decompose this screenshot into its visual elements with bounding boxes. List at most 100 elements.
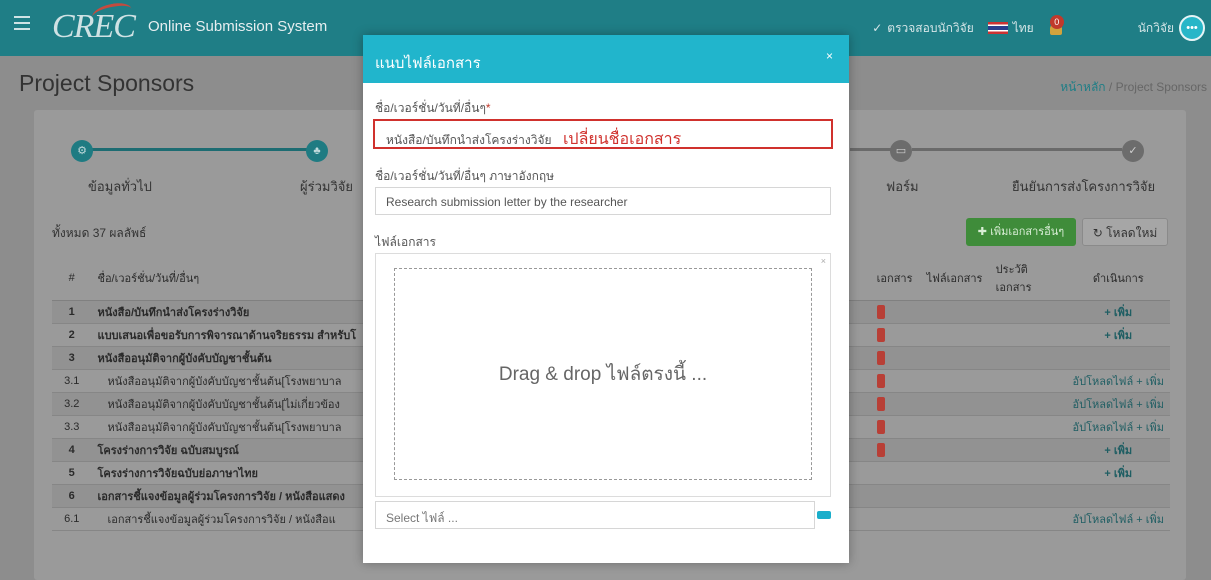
check-icon: ✓: [872, 21, 883, 35]
step-form-icon[interactable]: ▭: [890, 140, 912, 162]
row-doc-status: [870, 415, 921, 439]
row-history: [989, 438, 1067, 462]
row-number: 3.2: [52, 392, 92, 416]
row-action[interactable]: อัปโหลดไฟล์ + เพิ่ม: [1066, 369, 1170, 393]
step-general-gear-icon[interactable]: ⚙: [71, 140, 93, 162]
thai-flag-icon: [987, 22, 1008, 34]
attach-file-modal: แนบไฟล์เอกสาร × ชื่อ/เวอร์ชั่น/วันที่/อื…: [363, 35, 849, 563]
step-label-general: ข้อมูลทั่วไป: [88, 179, 152, 194]
row-number: 2: [52, 323, 92, 347]
breadcrumb: หน้าหลัก / Project Sponsors: [1060, 78, 1207, 97]
row-doc-name: หนังสืออนุมัติจากผู้บังคับบัญชาชั้นต้น[ไ…: [91, 392, 400, 416]
row-history: [989, 300, 1067, 324]
modal-header: แนบไฟล์เอกสาร ×: [363, 35, 849, 83]
row-history: [989, 346, 1067, 370]
breadcrumb-home[interactable]: หน้าหลัก: [1060, 80, 1105, 94]
header-num: #: [52, 256, 92, 301]
doc-name-en-label: ชื่อ/เวอร์ชั่น/วันที่/อื่นๆ ภาษาอังกฤษ: [375, 169, 555, 183]
close-icon[interactable]: ×: [826, 49, 833, 63]
row-doc-status: [870, 392, 921, 416]
header-action: ดำเนินการ: [1066, 256, 1170, 301]
row-doc-name: แบบเสนอเพื่อขอรับการพิจารณาด้านจริยธรรม …: [91, 323, 400, 347]
missing-doc-badge: [876, 351, 885, 365]
dropzone-close-icon[interactable]: ×: [821, 256, 826, 266]
row-file: [920, 323, 990, 347]
crec-logo[interactable]: CREC: [52, 0, 136, 46]
missing-doc-badge: [876, 443, 885, 457]
row-action[interactable]: อัปโหลดไฟล์ + เพิ่ม: [1066, 415, 1170, 439]
row-file: [920, 346, 990, 370]
row-action[interactable]: อัปโหลดไฟล์ + เพิ่ม: [1066, 392, 1170, 416]
row-file: [920, 507, 990, 531]
doc-name-label-text: ชื่อ/เวอร์ชั่น/วันที่/อื่นๆ: [375, 101, 486, 115]
row-action[interactable]: + เพิ่ม: [1066, 438, 1170, 462]
missing-doc-badge: [876, 305, 885, 319]
select-file-input[interactable]: Select ไฟล์ ...: [375, 501, 815, 529]
doc-name-input[interactable]: หนังสือ/บันทึกนำส่งโครงร่างวิจัย เปลี่ยน…: [373, 119, 833, 149]
row-file: [920, 392, 990, 416]
rename-annotation: เปลี่ยนชื่อเอกสาร: [562, 131, 682, 148]
row-doc-name: หนังสืออนุมัติจากผู้บังคับบัญชาชั้นต้น[โ…: [91, 415, 400, 439]
refresh-icon: ↻: [1092, 226, 1107, 240]
row-action: [1066, 346, 1170, 370]
row-number: 5: [52, 461, 92, 485]
file-dropzone-container: × Drag & drop ไฟล์ตรงนี้ ...: [375, 253, 831, 497]
row-number: 3.1: [52, 369, 92, 393]
row-action: [1066, 484, 1170, 508]
row-number: 4: [52, 438, 92, 462]
check-researcher-label: ตรวจสอบนักวิจัย: [887, 20, 974, 35]
user-label: นักวิจัย: [1137, 20, 1174, 35]
row-doc-status: [870, 461, 921, 485]
row-action[interactable]: + เพิ่ม: [1066, 300, 1170, 324]
row-number: 3.3: [52, 415, 92, 439]
missing-doc-badge: [876, 397, 885, 411]
notification-count: 0: [1049, 15, 1064, 29]
row-history: [989, 323, 1067, 347]
row-doc-status: [870, 484, 921, 508]
row-action[interactable]: + เพิ่ม: [1066, 323, 1170, 347]
header-name: ชื่อ/เวอร์ชั่น/วันที่/อื่นๆ: [91, 256, 400, 301]
user-menu[interactable]: นักวิจัย •••: [1138, 15, 1205, 41]
step-confirm-check-icon[interactable]: ✓: [1122, 140, 1144, 162]
breadcrumb-separator: /: [1108, 80, 1113, 94]
doc-name-label: ชื่อ/เวอร์ชั่น/วันที่/อื่นๆ*: [375, 99, 491, 118]
check-researcher-link[interactable]: ✓ ตรวจสอบนักวิจัย: [872, 19, 974, 38]
row-doc-name: โครงร่างการวิจัย ฉบับสมบูรณ์: [91, 438, 400, 462]
hamburger-menu-icon[interactable]: [14, 16, 30, 30]
step-label-confirm: ยืนยันการส่งโครงการวิจัย: [1012, 179, 1156, 194]
header-history: ประวัติเอกสาร: [989, 256, 1067, 301]
page-title: Project Sponsors: [19, 70, 195, 96]
notification-button[interactable]: 0: [1048, 15, 1064, 37]
row-doc-status: [870, 323, 921, 347]
step-coresearcher-users-icon[interactable]: ♣: [306, 140, 328, 162]
row-history: [989, 484, 1067, 508]
row-file: [920, 300, 990, 324]
row-number: 1: [52, 300, 92, 324]
doc-name-en-input[interactable]: Research submission letter by the resear…: [375, 187, 831, 215]
file-dropzone[interactable]: Drag & drop ไฟล์ตรงนี้ ...: [394, 268, 812, 480]
row-file: [920, 415, 990, 439]
doc-name-value: หนังสือ/บันทึกนำส่งโครงร่างวิจัย: [386, 133, 552, 147]
row-history: [989, 461, 1067, 485]
stepper-line-pending-2: [912, 148, 1122, 151]
add-other-document-button[interactable]: ✚ เพิ่มเอกสารอื่นๆ: [966, 218, 1076, 246]
missing-doc-badge: [876, 328, 885, 342]
row-number: 3: [52, 346, 92, 370]
language-selector[interactable]: ไทย: [987, 19, 1034, 38]
reload-label: โหลดใหม่: [1106, 226, 1158, 240]
row-history: [989, 415, 1067, 439]
plus-icon: ✚: [977, 226, 991, 238]
row-doc-name: หนังสืออนุมัติจากผู้บังคับบัญชาชั้นต้น[โ…: [91, 369, 400, 393]
row-number: 6: [52, 484, 92, 508]
row-action[interactable]: อัปโหลดไฟล์ + เพิ่ม: [1066, 507, 1170, 531]
reload-button[interactable]: ↻ โหลดใหม่: [1082, 218, 1168, 246]
row-action[interactable]: + เพิ่ม: [1066, 461, 1170, 485]
avatar: •••: [1179, 15, 1205, 41]
row-doc-status: [870, 507, 921, 531]
row-history: [989, 392, 1067, 416]
required-mark: *: [485, 101, 491, 115]
browse-file-button[interactable]: [817, 511, 831, 519]
row-number: 6.1: [52, 507, 92, 531]
row-doc-status: [870, 346, 921, 370]
missing-doc-badge: [876, 420, 885, 434]
